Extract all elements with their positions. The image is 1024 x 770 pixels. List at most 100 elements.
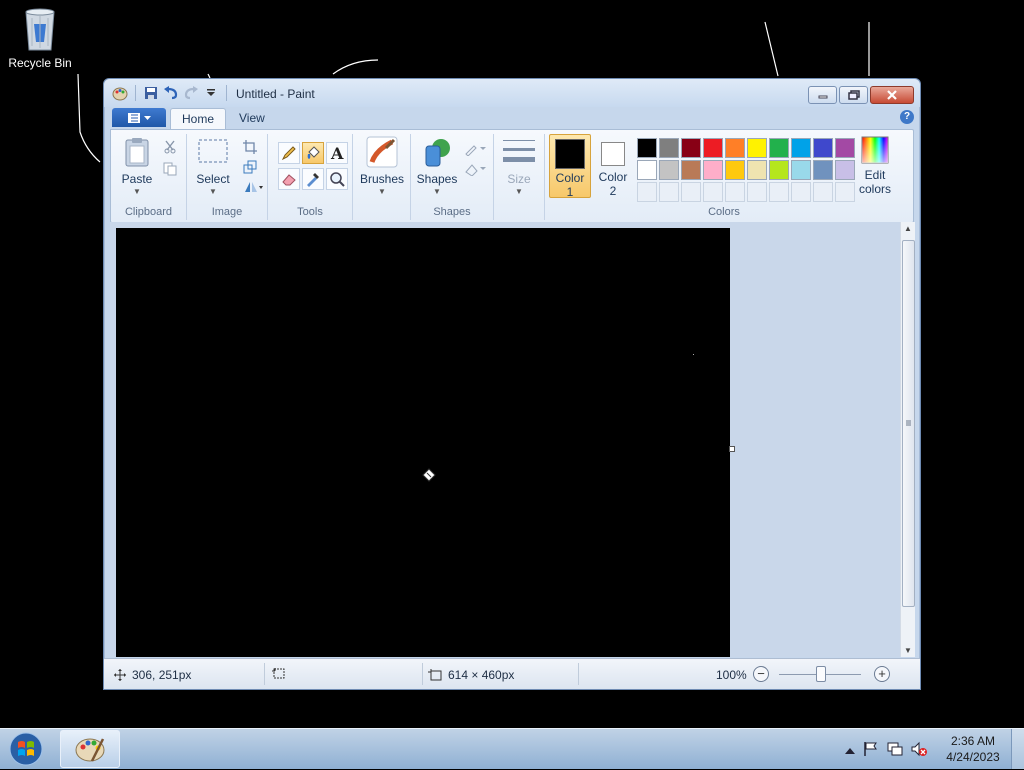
palette-swatch-empty[interactable] bbox=[791, 182, 811, 202]
palette-swatch-empty[interactable] bbox=[747, 182, 767, 202]
palette-swatch[interactable] bbox=[725, 160, 745, 180]
pencil-icon[interactable] bbox=[278, 142, 300, 164]
selection-size-icon bbox=[272, 668, 285, 679]
shapes-group-label: Shapes bbox=[433, 206, 471, 218]
tab-view[interactable]: View bbox=[228, 108, 276, 128]
shapes-label: Shapes bbox=[416, 172, 458, 186]
resize-icon[interactable] bbox=[241, 158, 259, 176]
brushes-button[interactable]: Brushes ▼ bbox=[357, 136, 407, 196]
palette-swatch[interactable] bbox=[637, 138, 657, 158]
redo-icon[interactable] bbox=[183, 85, 199, 101]
move-cursor-icon bbox=[114, 669, 126, 681]
selection-size bbox=[272, 668, 286, 680]
title-bar[interactable]: Untitled - Paint bbox=[104, 79, 920, 107]
zoom-out-button[interactable]: − bbox=[753, 666, 769, 682]
volume-muted-icon[interactable] bbox=[911, 741, 927, 760]
paste-button[interactable]: Paste ▼ bbox=[117, 136, 157, 196]
palette-swatch[interactable] bbox=[791, 138, 811, 158]
color-picker-icon[interactable] bbox=[302, 168, 324, 190]
minimize-button[interactable] bbox=[808, 86, 837, 104]
select-button[interactable]: Select ▼ bbox=[193, 136, 233, 196]
edit-colors-label-2: colors bbox=[858, 182, 891, 196]
shapes-button[interactable]: Shapes ▼ bbox=[415, 136, 459, 196]
palette-swatch-empty[interactable] bbox=[769, 182, 789, 202]
palette-swatch[interactable] bbox=[835, 160, 855, 180]
vertical-scrollbar[interactable]: ▲ ▼ bbox=[900, 222, 915, 657]
eraser-icon[interactable] bbox=[278, 168, 300, 190]
chevron-down-icon: ▼ bbox=[515, 187, 523, 196]
palette-swatch[interactable] bbox=[703, 160, 723, 180]
scroll-up-icon[interactable]: ▲ bbox=[904, 224, 912, 233]
paint-app-icon[interactable] bbox=[112, 85, 128, 101]
palette-swatch-empty[interactable] bbox=[813, 182, 833, 202]
palette-swatch[interactable] bbox=[681, 138, 701, 158]
color2-swatch bbox=[601, 142, 625, 166]
palette-swatch[interactable] bbox=[747, 160, 767, 180]
palette-swatch-empty[interactable] bbox=[681, 182, 701, 202]
recycle-bin[interactable]: Recycle Bin bbox=[4, 6, 76, 70]
drawing-canvas[interactable] bbox=[116, 228, 730, 657]
cut-icon[interactable] bbox=[161, 138, 179, 156]
palette-swatch[interactable] bbox=[659, 138, 679, 158]
palette-swatch[interactable] bbox=[637, 160, 657, 180]
palette-swatch[interactable] bbox=[835, 138, 855, 158]
status-separator bbox=[264, 663, 265, 685]
close-button[interactable] bbox=[870, 86, 914, 104]
taskbar-paint-button[interactable] bbox=[60, 730, 120, 768]
palette-swatch-empty[interactable] bbox=[637, 182, 657, 202]
undo-icon[interactable] bbox=[163, 85, 179, 101]
palette-swatch[interactable] bbox=[813, 138, 833, 158]
palette-swatch[interactable] bbox=[703, 138, 723, 158]
text-icon[interactable]: A bbox=[326, 142, 348, 164]
image-group-label: Image bbox=[211, 206, 243, 218]
edit-colors-button[interactable]: Edit colors bbox=[853, 136, 897, 196]
edit-colors-icon bbox=[861, 136, 889, 164]
taskbar-clock[interactable]: 2:36 AM 4/24/2023 bbox=[945, 733, 1001, 765]
zoom-level: 100% bbox=[716, 668, 747, 682]
outline-icon[interactable] bbox=[463, 140, 487, 158]
color2-button[interactable]: Color 2 bbox=[593, 134, 633, 198]
brushes-icon bbox=[366, 136, 398, 168]
save-icon[interactable] bbox=[143, 85, 159, 101]
magnifier-icon[interactable] bbox=[326, 168, 348, 190]
action-center-flag-icon[interactable] bbox=[863, 741, 879, 760]
restore-button[interactable] bbox=[839, 86, 868, 104]
scroll-down-icon[interactable]: ▼ bbox=[904, 646, 912, 655]
scrollbar-thumb[interactable] bbox=[902, 240, 915, 607]
show-desktop-button[interactable] bbox=[1011, 729, 1024, 769]
canvas-resize-handle[interactable] bbox=[729, 446, 735, 452]
palette-swatch-empty[interactable] bbox=[725, 182, 745, 202]
palette-swatch[interactable] bbox=[769, 138, 789, 158]
color1-button[interactable]: Color 1 bbox=[549, 134, 591, 199]
palette-swatch-empty[interactable] bbox=[835, 182, 855, 202]
show-hidden-icons[interactable] bbox=[845, 744, 855, 758]
chevron-down-icon bbox=[143, 115, 151, 120]
windows-logo-icon bbox=[9, 732, 43, 766]
palette-swatch[interactable] bbox=[725, 138, 745, 158]
rotate-icon[interactable] bbox=[241, 178, 265, 196]
palette-swatch-empty[interactable] bbox=[659, 182, 679, 202]
zoom-in-button[interactable]: + bbox=[874, 666, 890, 682]
brushes-label: Brushes bbox=[359, 172, 405, 186]
palette-swatch-empty[interactable] bbox=[703, 182, 723, 202]
palette-swatch[interactable] bbox=[659, 160, 679, 180]
palette-swatch[interactable] bbox=[747, 138, 767, 158]
group-brushes: Brushes ▼ bbox=[353, 134, 411, 220]
fill-icon[interactable] bbox=[302, 142, 324, 164]
copy-icon[interactable] bbox=[161, 160, 179, 178]
start-button[interactable] bbox=[6, 731, 46, 767]
palette-swatch[interactable] bbox=[791, 160, 811, 180]
tab-home[interactable]: Home bbox=[170, 108, 227, 129]
zoom-slider-thumb[interactable] bbox=[816, 666, 826, 682]
palette-swatch[interactable] bbox=[813, 160, 833, 180]
network-icon[interactable] bbox=[887, 741, 903, 760]
customize-qat-icon[interactable] bbox=[203, 85, 219, 101]
crop-icon[interactable] bbox=[241, 138, 259, 156]
size-button[interactable]: Size ▼ bbox=[499, 136, 539, 196]
palette-swatch[interactable] bbox=[769, 160, 789, 180]
paint-window: Untitled - Paint Home View ? Paste ▼ Cli… bbox=[103, 78, 921, 690]
help-icon[interactable]: ? bbox=[900, 110, 914, 124]
paint-menu-button[interactable] bbox=[112, 108, 166, 127]
fill-style-icon[interactable] bbox=[463, 160, 487, 178]
palette-swatch[interactable] bbox=[681, 160, 701, 180]
